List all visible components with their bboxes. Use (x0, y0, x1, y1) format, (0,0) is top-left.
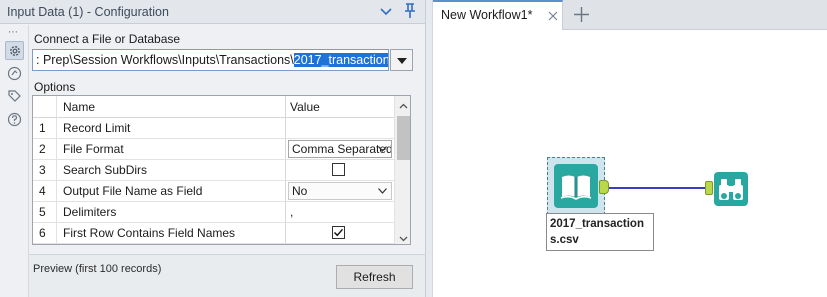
tag-icon[interactable] (5, 87, 24, 106)
table-row[interactable]: 5 Delimiters , (33, 202, 394, 223)
row-name: First Row Contains Field Names (56, 223, 285, 243)
table-row[interactable]: 1 Record Limit (33, 118, 394, 139)
workflow-canvas[interactable]: New Workflow1* 2017_transactions.csv (433, 0, 827, 297)
file-format-cell: Comma Separated (285, 139, 394, 159)
output-file-name-select[interactable]: No (288, 182, 392, 200)
grid-header-row: Name Value (33, 96, 394, 118)
help-icon[interactable] (5, 110, 24, 129)
row-number: 2 (39, 142, 46, 156)
rail-dots: ⋯ (8, 27, 19, 38)
file-path-prefix: : Prep\Session Workflows\Inputs\Transact… (36, 53, 294, 67)
file-path-input[interactable]: : Prep\Session Workflows\Inputs\Transact… (32, 49, 389, 71)
first-row-field-names-cell (285, 223, 394, 243)
search-subdirs-cell (285, 160, 394, 180)
file-path-dropdown-button[interactable] (390, 49, 413, 71)
delimiters-field[interactable]: , (285, 202, 394, 222)
grid-header-value: Value (285, 96, 394, 117)
preview-label: Preview (first 100 records) (33, 263, 162, 275)
input-anchor[interactable] (705, 181, 713, 195)
checkmark-icon (334, 228, 344, 237)
first-row-field-names-checkbox[interactable] (332, 226, 345, 239)
row-number: 5 (39, 205, 46, 219)
output-anchor[interactable] (599, 180, 609, 194)
search-subdirs-checkbox[interactable] (332, 163, 345, 176)
close-icon[interactable] (548, 10, 558, 21)
grid-header-name: Name (56, 96, 285, 117)
connection-line[interactable] (607, 187, 707, 189)
tab-strip: New Workflow1* (433, 0, 827, 30)
refresh-button[interactable]: Refresh (336, 265, 413, 289)
row-number: 1 (39, 121, 46, 135)
output-file-name-cell: No (285, 181, 394, 201)
row-number: 3 (39, 163, 46, 177)
row-number: 6 (39, 226, 46, 240)
record-limit-field[interactable] (285, 118, 394, 138)
table-row[interactable]: 4 Output File Name as Field No (33, 181, 394, 202)
scrollbar-thumb[interactable] (397, 116, 410, 160)
options-grid: Name Value 1 Record Limit 2 File Format … (32, 95, 411, 245)
row-name: Output File Name as Field (56, 181, 285, 201)
row-name: Search SubDirs (56, 160, 285, 180)
grid-header-num (33, 96, 55, 117)
row-name: Record Limit (56, 118, 285, 138)
gear-icon[interactable] (5, 41, 24, 60)
tab-new-workflow[interactable]: New Workflow1* (433, 0, 563, 30)
input-tool-caption: 2017_transactions.csv (546, 213, 654, 251)
file-format-select[interactable]: Comma Separated (288, 140, 392, 158)
file-path-selected: 2017_transactions.csv (293, 53, 388, 67)
annotation-icon[interactable] (5, 64, 24, 83)
chevron-down-icon (378, 146, 387, 152)
configuration-title: Input Data (1) - Configuration (7, 5, 169, 19)
pin-icon[interactable] (401, 2, 419, 20)
plus-icon (574, 7, 589, 22)
binoculars-icon (714, 172, 748, 206)
book-icon (554, 164, 598, 208)
scroll-down-arrow[interactable] (399, 232, 408, 242)
input-data-tool[interactable] (547, 157, 609, 215)
browse-tool[interactable] (705, 172, 753, 206)
delimiters-value: , (290, 205, 294, 219)
configuration-header: Input Data (1) - Configuration (0, 0, 425, 24)
caret-down-icon (397, 58, 407, 64)
row-name: Delimiters (56, 202, 285, 222)
side-rail: ⋯ (0, 25, 29, 297)
new-tab-button[interactable] (570, 3, 593, 26)
preview-bar: Preview (first 100 records) Refresh (29, 254, 425, 297)
row-number: 4 (39, 184, 46, 198)
connect-file-label: Connect a File or Database (34, 32, 181, 46)
output-file-name-value: No (292, 184, 308, 198)
scroll-up-arrow[interactable] (399, 100, 408, 109)
table-row[interactable]: 2 File Format Comma Separated (33, 139, 394, 160)
row-name: File Format (56, 139, 285, 159)
panel-splitter[interactable] (425, 0, 433, 297)
grid-scrollbar[interactable] (394, 96, 410, 244)
chevron-down-icon[interactable] (378, 3, 394, 19)
record-limit-value (286, 121, 290, 135)
table-row[interactable]: 3 Search SubDirs (33, 160, 394, 181)
options-label: Options (34, 80, 76, 94)
tab-label: New Workflow1* (441, 8, 533, 22)
file-format-value: Comma Separated (292, 142, 392, 156)
configuration-panel: Input Data (1) - Configuration ⋯ Connect… (0, 0, 425, 297)
chevron-down-icon (378, 188, 387, 194)
grid-header-value-label: Value (290, 100, 320, 114)
table-row[interactable]: 6 First Row Contains Field Names (33, 223, 394, 244)
